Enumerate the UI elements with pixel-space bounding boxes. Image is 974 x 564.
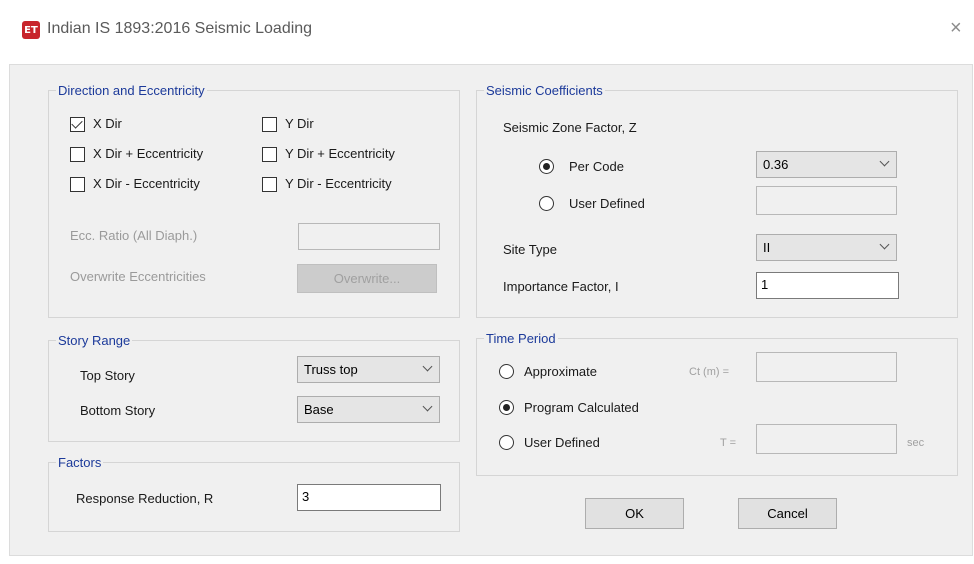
y-dir-minus-ecc-label: Y Dir - Eccentricity	[285, 176, 392, 191]
zone-per-code-radio[interactable]	[539, 159, 554, 174]
x-dir-label: X Dir	[93, 116, 122, 131]
y-dir-plus-ecc-checkbox[interactable]	[262, 147, 277, 162]
ct-input[interactable]	[756, 352, 897, 382]
ct-label: Ct (m) =	[689, 366, 730, 378]
ecc-ratio-input[interactable]	[298, 223, 440, 250]
zone-user-defined-label: User Defined	[569, 196, 645, 211]
site-type-value: II	[763, 240, 771, 255]
program-calculated-radio[interactable]	[499, 400, 514, 415]
ok-button[interactable]: OK	[585, 498, 684, 529]
zone-user-defined-input[interactable]	[756, 186, 897, 215]
seismic-coefficients-title: Seismic Coefficients	[484, 83, 605, 98]
site-type-select[interactable]: II	[756, 234, 897, 261]
response-reduction-label: Response Reduction, R	[76, 491, 214, 506]
approximate-label: Approximate	[524, 364, 597, 379]
importance-factor-input[interactable]: 1	[756, 272, 899, 299]
x-dir-plus-ecc-label: X Dir + Eccentricity	[93, 146, 204, 161]
top-story-value: Truss top	[304, 362, 358, 377]
direction-group-title: Direction and Eccentricity	[56, 83, 207, 98]
y-dir-checkbox[interactable]	[262, 117, 277, 132]
chevron-down-icon	[422, 401, 433, 412]
importance-factor-label: Importance Factor, I	[503, 279, 619, 294]
zone-per-code-label: Per Code	[569, 159, 624, 174]
ecc-ratio-label: Ecc. Ratio (All Diaph.)	[70, 228, 198, 243]
top-story-select[interactable]: Truss top	[297, 356, 440, 383]
response-reduction-input[interactable]: 3	[297, 484, 441, 511]
x-dir-minus-ecc-checkbox[interactable]	[70, 177, 85, 192]
overwrite-eccentricities-label: Overwrite Eccentricities	[70, 269, 206, 284]
y-dir-minus-ecc-checkbox[interactable]	[262, 177, 277, 192]
zone-factor-value: 0.36	[763, 157, 789, 172]
chevron-down-icon	[879, 239, 890, 250]
time-period-title: Time Period	[484, 331, 558, 346]
app-icon-text: ET	[24, 24, 38, 36]
story-range-title: Story Range	[56, 333, 133, 348]
x-dir-minus-ecc-label: X Dir - Eccentricity	[93, 176, 200, 191]
factors-title: Factors	[56, 455, 104, 470]
bottom-story-label: Bottom Story	[80, 403, 156, 418]
bottom-story-value: Base	[304, 402, 334, 417]
t-label: T =	[720, 437, 737, 449]
zone-factor-select[interactable]: 0.36	[756, 151, 897, 178]
chevron-down-icon	[879, 156, 890, 167]
etabs-app-icon: ET	[22, 21, 40, 39]
bottom-story-select[interactable]: Base	[297, 396, 440, 423]
time-user-defined-radio[interactable]	[499, 435, 514, 450]
cancel-button[interactable]: Cancel	[738, 498, 837, 529]
t-input[interactable]	[756, 424, 897, 454]
approximate-radio[interactable]	[499, 364, 514, 379]
zone-user-defined-radio[interactable]	[539, 196, 554, 211]
chevron-down-icon	[422, 361, 433, 372]
top-story-label: Top Story	[80, 368, 135, 383]
x-dir-plus-ecc-checkbox[interactable]	[70, 147, 85, 162]
sec-unit-label: sec	[907, 437, 925, 449]
program-calculated-label: Program Calculated	[524, 400, 639, 415]
site-type-label: Site Type	[503, 242, 557, 257]
y-dir-label: Y Dir	[285, 116, 314, 131]
y-dir-plus-ecc-label: Y Dir + Eccentricity	[285, 146, 395, 161]
time-user-defined-label: User Defined	[524, 435, 600, 450]
seismic-zone-factor-label: Seismic Zone Factor, Z	[503, 120, 637, 135]
close-icon[interactable]: ×	[950, 17, 962, 40]
x-dir-checkbox[interactable]	[70, 117, 85, 132]
window-title: Indian IS 1893:2016 Seismic Loading	[47, 20, 313, 37]
overwrite-button[interactable]: Overwrite...	[297, 264, 437, 293]
